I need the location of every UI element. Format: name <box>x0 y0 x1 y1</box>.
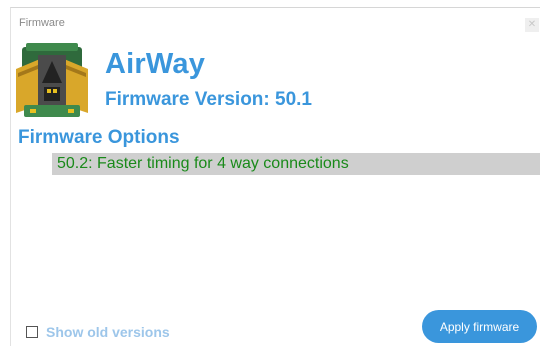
show-old-versions-label[interactable]: Show old versions <box>46 324 170 340</box>
close-icon[interactable]: ✕ <box>525 18 539 32</box>
show-old-versions-checkbox[interactable] <box>26 326 38 338</box>
firmware-options-heading: Firmware Options <box>18 127 180 148</box>
firmware-options-list: 50.2: Faster timing for 4 way connection… <box>52 153 540 175</box>
window-title: Firmware <box>19 17 65 29</box>
title-bar: Firmware ✕ <box>11 8 540 34</box>
firmware-window: Firmware ✕ AirWay Firmware Version: 50.1… <box>10 7 540 346</box>
airway-device-icon <box>16 43 88 117</box>
app-name: AirWay <box>105 48 206 80</box>
firmware-option-item[interactable]: 50.2: Faster timing for 4 way connection… <box>52 153 540 175</box>
show-old-versions-toggle[interactable]: Show old versions <box>26 324 170 340</box>
firmware-version: Firmware Version: 50.1 <box>105 89 312 110</box>
apply-firmware-button[interactable]: Apply firmware <box>422 310 537 343</box>
